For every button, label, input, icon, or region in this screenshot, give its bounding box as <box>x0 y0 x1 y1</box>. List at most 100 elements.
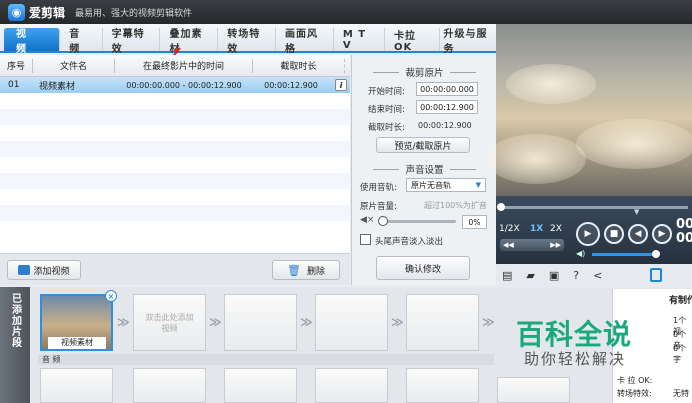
preview-crop-button[interactable]: 预览/截取原片 <box>376 137 470 153</box>
add-video-label: 添加视频 <box>33 266 70 277</box>
settings-panel: 裁剪原片 开始时间: 00:00:00.000 结束时间: 00:00:12.9… <box>351 55 496 285</box>
speed-1x[interactable]: 1X <box>530 224 543 234</box>
audio-track-label: 音 频 <box>38 354 494 365</box>
empty-clip-slot[interactable] <box>224 294 297 351</box>
player-toolbar: ▤ ▰ ▣ ? < <box>496 264 692 286</box>
column-filename[interactable]: 文件名 <box>33 58 115 73</box>
empty-audio-slot[interactable] <box>224 368 297 403</box>
fullscreen-icon[interactable] <box>650 268 663 282</box>
next-frame-button[interactable]: ▶ <box>652 224 672 244</box>
app-name: 爱剪辑 <box>29 5 66 20</box>
chevron-right-icon: ≫ <box>117 315 130 329</box>
table-row-empty <box>0 125 350 141</box>
crop-section-title: 裁剪原片 <box>352 65 497 79</box>
transition-label: 转场特效: <box>617 389 652 398</box>
delete-label: 删除 <box>306 266 325 277</box>
tab-mtv[interactable]: M T V <box>334 28 386 51</box>
table-row-empty <box>0 173 350 189</box>
transition-value: 无特 <box>673 389 689 398</box>
player-volume-thumb[interactable] <box>652 250 660 258</box>
column-timeline[interactable]: 在最终影片中的时间 <box>115 58 253 73</box>
app-slogan: 最易用、强大的视频剪辑软件 <box>75 8 193 19</box>
table-header: 序号 文件名 在最终影片中的时间 截取时长 <box>0 55 350 77</box>
empty-audio-slot[interactable] <box>40 368 113 403</box>
speed-slider[interactable]: ◀◀ ▶▶ <box>500 239 564 251</box>
add-clip-placeholder[interactable]: 双击此处添加视频 <box>133 294 206 351</box>
table-row-empty <box>0 109 350 125</box>
cell-timeline: 00:00:00.000 - 00:00:12.900 <box>126 80 242 90</box>
cell-index: 01 <box>8 80 20 90</box>
speed-2x[interactable]: 2X <box>550 224 562 234</box>
video-preview[interactable] <box>486 24 692 196</box>
table-row-empty <box>0 205 350 221</box>
tab-audio[interactable]: 音 频 <box>60 28 103 55</box>
chevron-down-icon: ▼ <box>634 208 640 216</box>
empty-audio-slot[interactable] <box>406 368 479 403</box>
save-icon[interactable]: ▣ <box>549 269 559 282</box>
help-icon[interactable]: ? <box>573 269 579 282</box>
player-volume-slider[interactable] <box>592 253 654 256</box>
play-button[interactable]: ▶ <box>576 222 600 246</box>
empty-audio-slot[interactable] <box>497 377 570 403</box>
clip-thumbnail[interactable]: 视频素材 <box>40 294 113 351</box>
info-icon[interactable]: i <box>335 79 347 91</box>
prev-frame-button[interactable]: ◀ <box>628 224 648 244</box>
film-add-icon <box>18 265 31 275</box>
sound-title: 声音设置 <box>405 165 444 176</box>
tab-transitions[interactable]: 转场特效 <box>218 28 277 55</box>
chevron-right-icon: ≫ <box>482 315 495 329</box>
close-icon[interactable]: × <box>105 290 117 302</box>
table-row[interactable]: 01 视频素材 00:00:00.000 - 00:00:12.900 00:0… <box>0 77 350 93</box>
chevron-right-icon: ≫ <box>391 315 404 329</box>
speaker-icon[interactable]: ◀× <box>360 215 374 225</box>
start-time-field[interactable]: 00:00:00.000 <box>416 82 478 96</box>
title-bar: ◉ 爱剪辑 最易用、强大的视频剪辑软件 <box>0 0 692 24</box>
table-row-empty <box>0 141 350 157</box>
column-index[interactable]: 序号 <box>0 58 33 73</box>
list-toolbar: 添加视频 🗑 删除 <box>0 253 350 285</box>
scrubber-handle[interactable] <box>497 203 505 211</box>
snapshot-icon[interactable]: ▤ <box>502 269 512 282</box>
player-volume-icon[interactable]: ◀) <box>576 249 585 258</box>
track-select[interactable]: 原片无音轨 ▼ <box>406 178 486 192</box>
tab-video[interactable]: 视 频 <box>4 28 61 55</box>
timeline-scrubber[interactable] <box>500 206 688 209</box>
empty-clip-slot[interactable] <box>406 294 479 351</box>
tab-subtitle-effects[interactable]: 字幕特效 <box>103 28 161 55</box>
add-video-button[interactable]: 添加视频 <box>7 260 81 280</box>
tab-upgrade[interactable]: 升级与服务 <box>440 28 497 55</box>
volume-label: 原片音量: <box>360 202 397 212</box>
end-time-label: 结束时间: <box>368 105 405 115</box>
chevron-down-icon: ▼ <box>475 181 481 189</box>
empty-audio-slot[interactable] <box>315 368 388 403</box>
time-display: 00 00 <box>676 218 692 246</box>
main-tabs: 视 频 音 频 字幕特效 叠加素材 转场特效 画面风格 M T V 卡拉OK 升… <box>0 24 497 55</box>
column-duration[interactable]: 截取时长 <box>253 58 345 73</box>
time-digits: 00 <box>676 218 692 232</box>
fade-checkbox[interactable] <box>360 234 371 245</box>
cloud-shape <box>576 119 692 169</box>
delete-button[interactable]: 🗑 删除 <box>272 260 340 280</box>
empty-clip-slot[interactable] <box>315 294 388 351</box>
info-heading: 有制作 <box>669 296 692 306</box>
sound-section-title: 声音设置 <box>352 162 497 176</box>
stop-button[interactable]: ■ <box>604 224 624 244</box>
volume-value[interactable]: 0% <box>462 215 487 229</box>
share-icon[interactable]: < <box>593 269 602 282</box>
volume-slider[interactable] <box>378 216 456 226</box>
added-clips-text: 已添加片段 <box>9 293 21 348</box>
video-list: 序号 文件名 在最终影片中的时间 截取时长 01 视频素材 00:00:00.0… <box>0 55 350 253</box>
volume-slider-thumb[interactable] <box>378 216 388 226</box>
end-time-field[interactable]: 00:00:12.900 <box>416 100 478 114</box>
watermark-title: 百科全说 <box>516 318 633 351</box>
confirm-button[interactable]: 确认修改 <box>376 256 470 280</box>
cell-duration: 00:00:12.900 <box>264 80 318 90</box>
tab-karaoke[interactable]: 卡拉OK <box>385 28 440 53</box>
track-value: 原片无音轨 <box>411 180 451 190</box>
watermark-subtitle: 助你轻松解决 <box>524 350 627 368</box>
folder-icon[interactable]: ▰ <box>526 269 534 282</box>
trash-icon: 🗑 <box>287 263 301 277</box>
empty-audio-slot[interactable] <box>133 368 206 403</box>
speed-half[interactable]: 1/2X <box>499 224 520 234</box>
tab-styles[interactable]: 画面风格 <box>276 28 334 55</box>
